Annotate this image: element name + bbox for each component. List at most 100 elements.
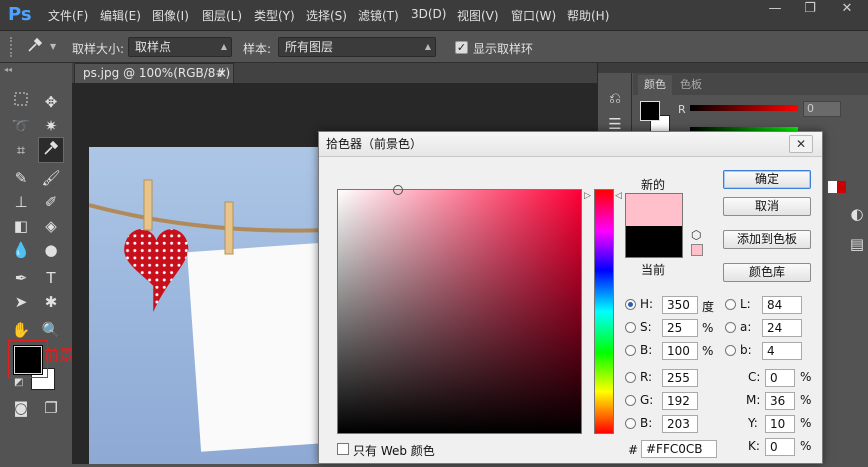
close-window-button[interactable]: ✕ [832,0,862,20]
clone-stamp-tool-icon[interactable]: ⊥ [10,191,32,213]
hand-tool-icon[interactable]: ✋ [10,319,32,341]
shape-tool-icon[interactable]: ✱ [40,291,62,313]
menu-type[interactable]: 类型(Y) [254,7,295,24]
zoom-tool-icon[interactable]: 🔍 [40,319,62,341]
menu-help[interactable]: 帮助(H) [567,7,609,24]
screen-mode-icon[interactable]: ❐ [40,397,62,419]
g-input[interactable]: 192 [662,392,698,410]
panel-fg-swatch[interactable] [640,101,660,121]
b-label: B: [640,343,653,357]
blue-label: B: [640,416,653,430]
radio-s[interactable] [625,322,636,333]
menu-filter[interactable]: 滤镜(T) [358,7,399,24]
lab-b-input[interactable]: 4 [762,342,802,360]
move-tool-icon[interactable]: ✥ [40,91,62,113]
radio-l[interactable] [725,299,736,310]
radio-a[interactable] [725,322,736,333]
l-input[interactable]: 84 [762,296,802,314]
menu-window[interactable]: 窗口(W) [511,7,556,24]
blur-tool-icon[interactable]: 💧 [10,239,32,261]
hue-slider-left-arrow-icon[interactable]: ▷ [584,191,591,201]
gamut-swatch[interactable] [691,244,703,256]
radio-blue[interactable] [625,418,636,429]
radio-lab-b[interactable] [725,345,736,356]
history-panel-icon[interactable]: ⎌ [604,87,626,109]
h-unit: 度 [702,300,715,314]
color-sample-cursor[interactable] [393,185,403,195]
b-input[interactable]: 100 [662,342,698,360]
y-input[interactable]: 10 [765,415,795,433]
current-color-swatch[interactable] [625,226,683,258]
menu-edit[interactable]: 编辑(E) [100,7,141,24]
panel-icon-adjust[interactable]: ◐ [846,203,868,225]
radio-b[interactable] [625,345,636,356]
restore-button[interactable]: ❐ [795,0,825,20]
k-input[interactable]: 0 [765,438,795,456]
preset-dropdown-arrow-icon[interactable]: ▼ [50,42,56,51]
hue-slider[interactable] [594,189,614,434]
brush-tool-icon[interactable]: 🖌 [40,167,62,189]
tab-swatches[interactable]: 色板 [674,75,708,95]
radio-r[interactable] [625,372,636,383]
menu-image[interactable]: 图像(I) [152,7,189,24]
marquee-tool-icon[interactable] [10,91,32,113]
sample-value: 所有图层 [285,40,334,54]
r-slider-track[interactable] [690,105,798,111]
crop-tool-icon[interactable]: ⌗ [10,139,32,161]
a-input[interactable]: 24 [762,319,802,337]
paint-bucket-tool-icon[interactable]: ◈ [40,215,62,237]
panel-icon-layers[interactable]: ▤ [846,233,868,255]
sample-size-dropdown[interactable]: 取样点 ▲ [128,37,232,57]
menu-layer[interactable]: 图层(L) [202,7,242,24]
saturation-brightness-field[interactable] [337,189,582,434]
blue-input[interactable]: 203 [662,415,698,433]
default-colors-icon[interactable]: ◩ [14,377,23,388]
document-tab-close-icon[interactable]: × [217,64,227,83]
r-input[interactable]: 255 [662,369,698,387]
c-unit: % [800,370,812,384]
a-label: a: [740,320,752,334]
pen-tool-icon[interactable]: ✒ [10,267,32,289]
history-brush-tool-icon[interactable]: ✐ [40,191,62,213]
menu-file[interactable]: 文件(F) [48,7,88,24]
radio-g[interactable] [625,395,636,406]
eyedropper-tool-icon[interactable] [40,139,62,161]
dodge-tool-icon[interactable]: ● [40,239,62,261]
s-input[interactable]: 25 [662,319,698,337]
hue-slider-right-arrow-icon[interactable]: ◁ [615,191,622,201]
r-value-field[interactable]: 0 [803,101,841,117]
sample-dropdown[interactable]: 所有图层 ▲ [278,37,436,57]
radio-h[interactable] [625,299,636,310]
sample-size-value: 取样点 [135,40,172,54]
ok-button[interactable]: 确定 [723,170,811,189]
photoshop-logo: Ps [8,4,32,25]
eraser-tool-icon[interactable]: ◧ [10,215,32,237]
add-to-swatches-button[interactable]: 添加到色板 [723,230,811,249]
tab-color[interactable]: 颜色 [638,75,672,95]
document-tab[interactable]: ps.jpg @ 100%(RGB/8#) * × [74,63,234,99]
cancel-button[interactable]: 取消 [723,197,811,216]
k-label: K: [748,439,760,453]
toolbox-collapse-icon[interactable]: ◂◂ [4,65,68,74]
out-of-gamut-cube-icon[interactable]: ⬡ [691,228,701,242]
color-libraries-button[interactable]: 颜色库 [723,263,811,282]
panel-spectrum-chip[interactable] [828,181,846,193]
magic-wand-tool-icon[interactable]: ✷ [40,115,62,137]
menu-select[interactable]: 选择(S) [306,7,347,24]
eyedropper-tool-preset-icon[interactable] [24,36,46,58]
dialog-close-button[interactable]: ✕ [789,135,813,153]
minimize-button[interactable]: — [760,0,790,20]
lasso-tool-icon[interactable]: ➰ [10,115,32,137]
show-ring-checkbox[interactable]: ✓ [455,41,468,54]
menu-view[interactable]: 视图(V) [457,7,499,24]
c-input[interactable]: 0 [765,369,795,387]
quick-mask-icon[interactable]: ◙ [10,397,32,419]
healing-brush-tool-icon[interactable]: ✎ [10,167,32,189]
web-only-checkbox[interactable] [337,443,349,455]
hex-input[interactable]: #FFC0CB [641,440,717,458]
path-selection-tool-icon[interactable]: ➤ [10,291,32,313]
type-tool-icon[interactable]: T [40,267,62,289]
menu-3d[interactable]: 3D(D) [411,7,446,21]
h-input[interactable]: 350 [662,296,698,314]
m-input[interactable]: 36 [765,392,795,410]
